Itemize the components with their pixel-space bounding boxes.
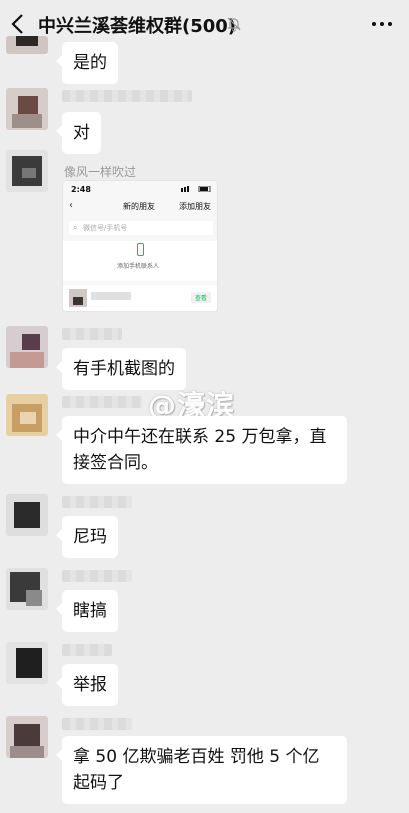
friend-row: 查看 — [63, 285, 217, 311]
message-bubble[interactable]: 瞎搞 — [56, 590, 118, 632]
avatar[interactable] — [6, 88, 48, 130]
message-bubble[interactable]: 中介中午还在联系 25 万包拿，直接签合同。 — [56, 416, 347, 484]
sender-name: 像风一样吹过 — [64, 165, 137, 179]
message-bubble[interactable]: 举报 — [56, 664, 118, 706]
add-contacts-label: 添加手机联系人 — [117, 263, 160, 270]
sender-name-blurred — [62, 570, 132, 582]
search-icon: ⌕ — [73, 223, 78, 232]
more-dots-icon[interactable] — [371, 14, 393, 34]
view-button: 查看 — [190, 292, 211, 303]
sender-name-blurred — [62, 396, 142, 408]
message-bubble[interactable]: 对 — [56, 112, 101, 154]
friend-name-blurred — [91, 292, 131, 300]
message-bubble[interactable]: 尼玛 — [56, 516, 118, 558]
chat-header: 中兴兰溪荟维权群(500) — [0, 0, 409, 48]
nav-action: 添加朋友 — [179, 202, 211, 211]
sender-name-blurred — [62, 644, 112, 656]
avatar[interactable] — [6, 394, 48, 436]
nav-title: 新的朋友 — [123, 202, 155, 211]
avatar[interactable] — [6, 642, 48, 684]
avatar[interactable] — [6, 716, 48, 758]
avatar[interactable] — [6, 494, 48, 536]
chat-title: 中兴兰溪荟维权群(500) — [38, 16, 237, 37]
avatar-detail — [73, 297, 83, 305]
sender-name-blurred — [62, 90, 192, 102]
sender-name-blurred — [62, 496, 132, 508]
status-icons — [181, 186, 211, 192]
avatar[interactable] — [6, 36, 48, 54]
message-bubble[interactable]: 是的 — [56, 42, 118, 84]
bell-muted-icon — [227, 17, 241, 32]
sender-name-blurred — [62, 718, 132, 730]
search-placeholder: 微信号/手机号 — [83, 224, 128, 232]
shared-screenshot-image[interactable]: 2:48 ‹ 新的朋友 添加朋友 ⌕ 微信号/手机号 添加手机联系人 查看 — [62, 180, 218, 312]
chevron-left-icon[interactable] — [8, 10, 28, 38]
chevron-left-icon: ‹ — [69, 200, 73, 211]
status-time: 2:48 — [71, 185, 91, 194]
avatar[interactable] — [6, 150, 48, 192]
avatar[interactable] — [6, 568, 48, 610]
avatar[interactable] — [6, 326, 48, 368]
search-field: ⌕ 微信号/手机号 — [69, 221, 213, 235]
phone-icon — [137, 243, 144, 256]
sender-name-blurred — [62, 328, 122, 340]
message-bubble[interactable]: 拿 50 亿欺骗老百姓 罚他 5 个亿起码了 — [56, 736, 347, 804]
